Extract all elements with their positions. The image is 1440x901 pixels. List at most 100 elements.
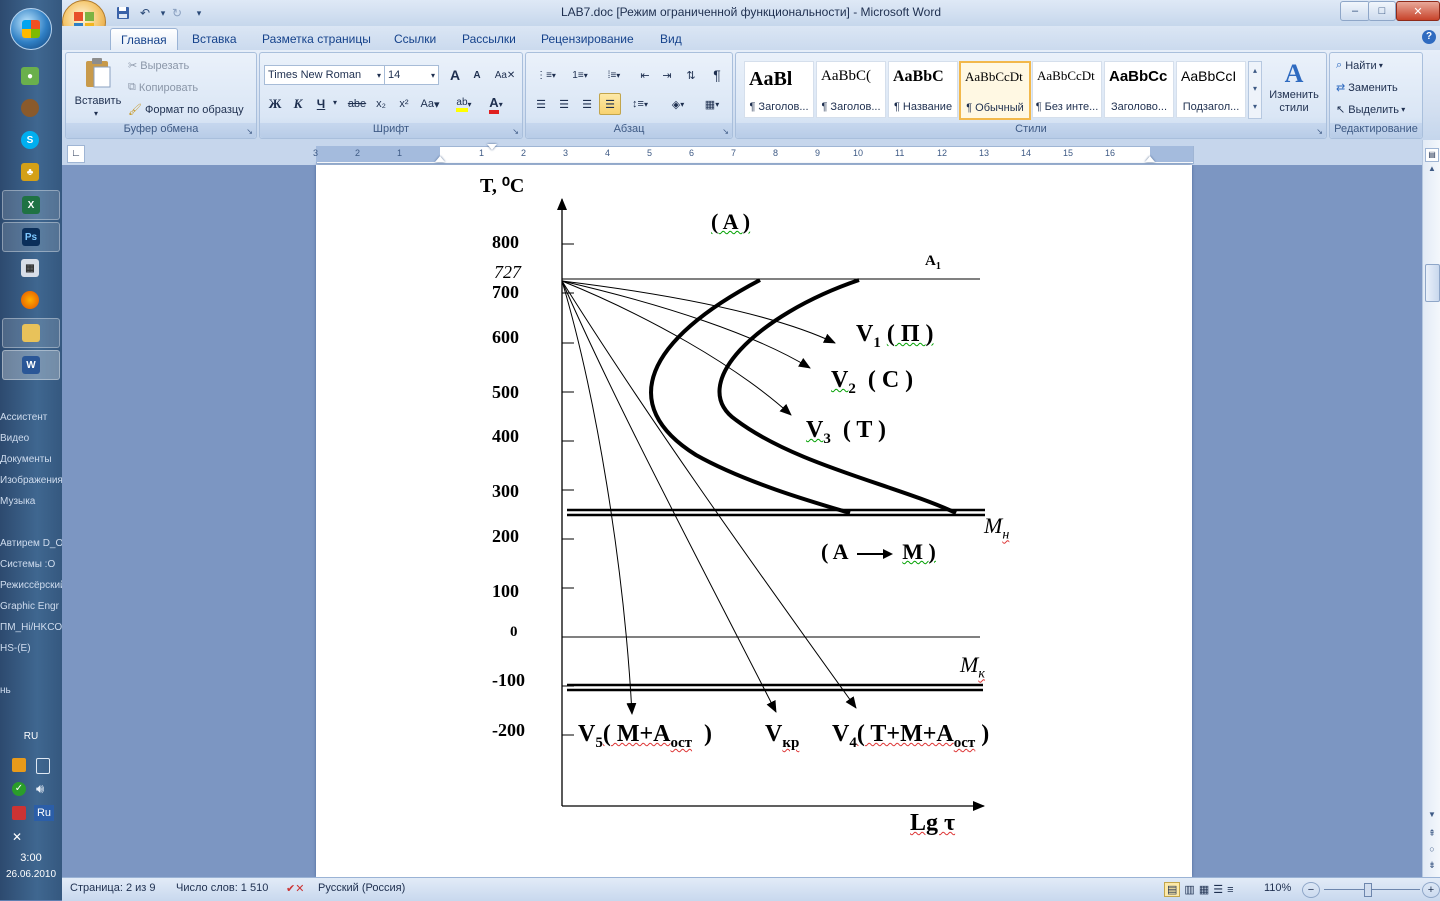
clock-time[interactable]: 3:00 [0, 852, 62, 864]
taskbar-app-2[interactable] [2, 94, 58, 122]
tab-references[interactable]: Ссылки [384, 28, 446, 50]
dialog-launcher-icon[interactable]: ↘ [246, 127, 253, 136]
view-ruler-toggle-icon[interactable]: ▤ [1425, 148, 1439, 162]
right-indent-marker[interactable] [1145, 156, 1155, 162]
show-marks-button[interactable]: ¶ [706, 64, 728, 86]
network-icon[interactable]: ✕ [12, 830, 26, 844]
zoom-level[interactable]: 110% [1264, 882, 1291, 894]
multilevel-list-button[interactable]: ⁞≡ ▾ [598, 64, 630, 86]
taskbar-excel[interactable]: X [2, 190, 60, 220]
subscript-button[interactable]: x₂ [370, 93, 392, 115]
replace-button[interactable]: ⇄ Заменить [1336, 81, 1398, 95]
style-heading-2[interactable]: AaBbC(¶ Заголов... [816, 61, 886, 118]
find-button[interactable]: ⌕ Найти ▾ [1336, 59, 1383, 72]
first-line-indent-marker[interactable] [487, 144, 497, 150]
proofing-icon[interactable]: ✔︎✕ [286, 882, 304, 895]
underline-dropdown-icon[interactable]: ▾ [333, 98, 337, 107]
change-styles-button[interactable]: A Изменить стили [1264, 59, 1324, 121]
paste-button[interactable]: Вставить ▾ [70, 55, 126, 119]
previous-page-icon[interactable]: ⇞ [1425, 828, 1439, 839]
line-spacing-button[interactable]: ↕≡ ▾ [624, 93, 656, 115]
change-case-button[interactable]: Aa ▾ [416, 93, 444, 115]
draft-view-icon[interactable]: ≡ [1227, 884, 1233, 896]
taskbar-calculator[interactable]: ▦ [2, 254, 58, 282]
numbering-button[interactable]: 1≡ ▾ [564, 64, 596, 86]
language-indicator[interactable]: RU [0, 731, 62, 742]
left-indent-marker[interactable] [435, 156, 445, 162]
font-size-select[interactable]: 14 ▾ [384, 65, 439, 85]
style-heading-1[interactable]: AaBl ¶ Заголов... [744, 61, 814, 118]
taskbar-app-1[interactable]: ● [2, 62, 58, 90]
close-button[interactable]: ✕ [1396, 1, 1440, 21]
styles-scroll[interactable]: ▴ ▾ ▾ [1248, 61, 1262, 119]
scroll-up-icon[interactable]: ▲ [1425, 164, 1439, 173]
style-title[interactable]: AaBbC ¶ Название [888, 61, 958, 118]
taskbar-firefox[interactable] [2, 286, 58, 314]
web-layout-icon[interactable]: ▦ [1199, 883, 1209, 896]
clear-formatting-button[interactable]: Aa✕ [494, 64, 516, 86]
align-right-button[interactable]: ☰ [576, 93, 598, 115]
dialog-launcher-icon[interactable]: ↘ [512, 127, 519, 136]
word-count[interactable]: Число слов: 1 510 [176, 882, 268, 894]
tray-check-icon[interactable]: ✓ [12, 782, 26, 796]
minimize-button[interactable]: – [1340, 1, 1370, 21]
full-screen-reading-icon[interactable]: ▥ [1184, 883, 1194, 896]
select-browse-object-icon[interactable]: ○ [1425, 844, 1439, 854]
tab-mailings[interactable]: Рассылки [452, 28, 526, 50]
italic-button[interactable]: К [287, 93, 309, 115]
tab-view[interactable]: Вид [650, 28, 692, 50]
tray-app-icon[interactable] [12, 758, 26, 772]
align-left-button[interactable]: ☰ [530, 93, 552, 115]
dialog-launcher-icon[interactable]: ↘ [1316, 127, 1323, 136]
scroll-down-icon[interactable]: ▼ [1425, 810, 1439, 819]
outline-view-icon[interactable]: ☰ [1213, 883, 1223, 896]
taskbar-photoshop[interactable]: Ps [2, 222, 60, 252]
redo-icon[interactable]: ↻ [168, 4, 186, 22]
document-page[interactable]: T, ⁰C ( A ) A1 800 727 700 600 500 400 3… [316, 165, 1192, 877]
zoom-in-icon[interactable]: + [1422, 882, 1440, 898]
align-center-button[interactable]: ☰ [553, 93, 575, 115]
font-family-select[interactable]: Times New Roman ▾ [264, 65, 385, 85]
bullets-button[interactable]: ⋮≡ ▾ [530, 64, 562, 86]
sort-button[interactable]: ⇅ [680, 64, 702, 86]
zoom-slider-thumb[interactable] [1364, 883, 1372, 897]
highlight-button[interactable]: ab ▾ [450, 93, 478, 115]
clock-date[interactable]: 26.06.2010 [0, 869, 62, 880]
tray-shield-icon[interactable] [12, 806, 26, 820]
keyboard-layout-icon[interactable]: Ru [34, 805, 54, 821]
style-subtitle[interactable]: AaBbCcI Подзагол... [1176, 61, 1246, 118]
underline-button[interactable]: Ч [310, 93, 332, 115]
increase-indent-button[interactable]: ⇥ [656, 64, 678, 86]
volume-icon[interactable]: 🔊︎ [36, 781, 44, 797]
superscript-button[interactable]: x² [393, 93, 415, 115]
next-page-icon[interactable]: ⇟ [1425, 860, 1439, 871]
help-icon[interactable]: ? [1422, 30, 1436, 44]
tab-review[interactable]: Рецензирование [531, 28, 644, 50]
taskbar-explorer[interactable] [2, 318, 60, 348]
save-icon[interactable] [114, 4, 132, 22]
strikethrough-button[interactable]: abe [346, 93, 368, 115]
maximize-button[interactable]: □ [1368, 1, 1396, 21]
print-layout-view-icon[interactable]: ▤ [1164, 882, 1181, 897]
vertical-scrollbar[interactable]: ▤ ▲ ▼ ⇞ ○ ⇟ [1422, 140, 1440, 877]
tab-home[interactable]: Главная [110, 28, 178, 51]
tab-insert[interactable]: Вставка [182, 28, 247, 50]
customize-qat-icon[interactable]: ▾ [190, 4, 208, 22]
start-button[interactable] [10, 8, 52, 50]
format-painter-button[interactable]: 🖌︎ Формат по образцу [128, 103, 244, 117]
justify-button[interactable]: ☰ [599, 93, 621, 115]
cut-button[interactable]: ✂ Вырезать [128, 59, 189, 73]
font-color-button[interactable]: A ▾ [482, 93, 510, 115]
taskbar-word[interactable]: W [2, 350, 60, 380]
bold-button[interactable]: Ж [264, 93, 286, 115]
page-counter[interactable]: Страница: 2 из 9 [70, 882, 156, 894]
zoom-out-icon[interactable]: − [1302, 882, 1320, 898]
style-heading[interactable]: AaBbCc Заголово... [1104, 61, 1174, 118]
scrollbar-thumb[interactable] [1425, 264, 1440, 302]
style-no-spacing[interactable]: AaBbCcDt ¶ Без инте... [1032, 61, 1102, 118]
grow-font-button[interactable]: A [444, 64, 466, 86]
tab-selector-icon[interactable]: ∟ [67, 145, 85, 163]
undo-icon[interactable]: ↶ [136, 4, 154, 22]
decrease-indent-button[interactable]: ⇤ [634, 64, 656, 86]
shading-button[interactable]: ◈ ▾ [662, 93, 694, 115]
